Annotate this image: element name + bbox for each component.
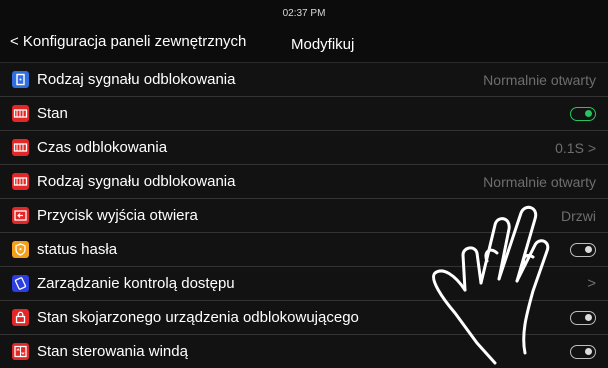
door-panel-icon bbox=[12, 173, 29, 190]
card-icon bbox=[12, 275, 29, 292]
shield-icon bbox=[12, 241, 29, 258]
row-label: Stan sterowania windą bbox=[37, 343, 188, 360]
row-label: Rodzaj sygnału odblokowania bbox=[37, 173, 236, 190]
exit-button-icon bbox=[12, 207, 29, 224]
row-unlock-time[interactable]: Czas odblokowania 0.1S > bbox=[0, 130, 608, 164]
chevron-right-icon: > bbox=[587, 140, 596, 156]
row-label: status hasła bbox=[37, 241, 118, 258]
row-value: 0.1S > bbox=[555, 140, 596, 156]
row-label: Rodzaj sygnału odblokowania bbox=[37, 71, 236, 88]
row-label: Zarządzanie kontrolą dostępu bbox=[37, 275, 235, 292]
row-label: Czas odblokowania bbox=[37, 139, 168, 156]
elevator-icon bbox=[12, 343, 29, 360]
row-label: Stan skojarzonego urządzenia odblokowują… bbox=[37, 309, 359, 326]
pointing-hand-icon bbox=[432, 205, 550, 365]
door-panel-icon bbox=[12, 105, 29, 122]
row-value: Normalnie otwarty bbox=[483, 174, 596, 190]
lock-icon bbox=[12, 309, 29, 326]
back-button[interactable]: < Konfiguracja paneli zewnętrznych bbox=[10, 33, 246, 50]
row-status: Stan bbox=[0, 96, 608, 130]
row-label: Przycisk wyjścia otwiera bbox=[37, 207, 198, 224]
status-time: 02:37 PM bbox=[282, 8, 326, 19]
signal-type-icon bbox=[12, 71, 29, 88]
row-value: Normalnie otwarty bbox=[483, 72, 596, 88]
row-signal-type-1[interactable]: Rodzaj sygnału odblokowania Normalnie ot… bbox=[0, 62, 608, 96]
status-toggle[interactable] bbox=[570, 107, 596, 121]
header-bar: 02:37 PM < Konfiguracja paneli zewnętrzn… bbox=[0, 0, 608, 62]
door-panel-icon bbox=[12, 139, 29, 156]
row-signal-type-2[interactable]: Rodzaj sygnału odblokowania Normalnie ot… bbox=[0, 164, 608, 198]
chevron-right-icon: > bbox=[587, 275, 596, 292]
row-label: Stan bbox=[37, 105, 68, 122]
page-title: Modyfikuj bbox=[291, 36, 355, 53]
